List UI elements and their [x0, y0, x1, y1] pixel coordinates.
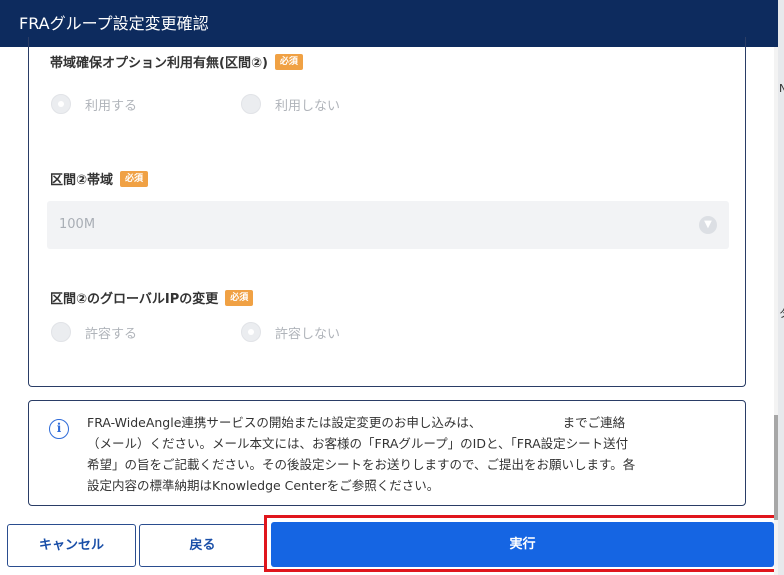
- info-text: FRA-WideAngle連携サービスの開始または設定変更のお申し込みは、 まで…: [87, 415, 636, 493]
- info-notice: i FRA-WideAngle連携サービスの開始または設定変更のお申し込みは、 …: [28, 400, 746, 506]
- background-fragment: N: [779, 82, 784, 95]
- radio-not-allow[interactable]: 許容しない: [241, 322, 340, 342]
- fra-group-settings-confirm-dialog: FRAグループ設定変更確認 帯域確保オプション利用有無(区間②) 必須 利用する…: [0, 0, 778, 575]
- bandwidth-option-label: 帯域確保オプション利用有無(区間②) 必須: [50, 52, 303, 71]
- back-button[interactable]: 戻る: [139, 524, 266, 567]
- cancel-button[interactable]: キャンセル: [7, 524, 136, 567]
- radio-use[interactable]: 利用する: [51, 94, 137, 114]
- required-badge: 必須: [274, 53, 303, 70]
- bandwidth-select[interactable]: 100M ▼: [47, 201, 729, 249]
- bandwidth-select-value: 100M: [59, 217, 96, 232]
- radio-not-use[interactable]: 利用しない: [241, 94, 340, 114]
- background-fragment: タ: [779, 305, 784, 321]
- form-card: 帯域確保オプション利用有無(区間②) 必須 利用する 利用しない 区間②帯域 必…: [28, 37, 746, 387]
- radio-checked-icon: [241, 322, 261, 342]
- global-ip-label: 区間②のグローバルIPの変更 必須: [50, 288, 254, 307]
- execute-button[interactable]: 実行: [271, 522, 774, 567]
- info-icon: i: [49, 419, 69, 439]
- chevron-down-icon: ▼: [699, 216, 717, 234]
- radio-unchecked-icon: [51, 322, 71, 342]
- radio-unchecked-icon: [241, 94, 261, 114]
- required-badge: 必須: [225, 289, 254, 306]
- bandwidth-label: 区間②帯域 必須: [50, 169, 149, 188]
- required-badge: 必須: [120, 170, 149, 187]
- radio-allow[interactable]: 許容する: [51, 322, 137, 342]
- radio-checked-icon: [51, 94, 71, 114]
